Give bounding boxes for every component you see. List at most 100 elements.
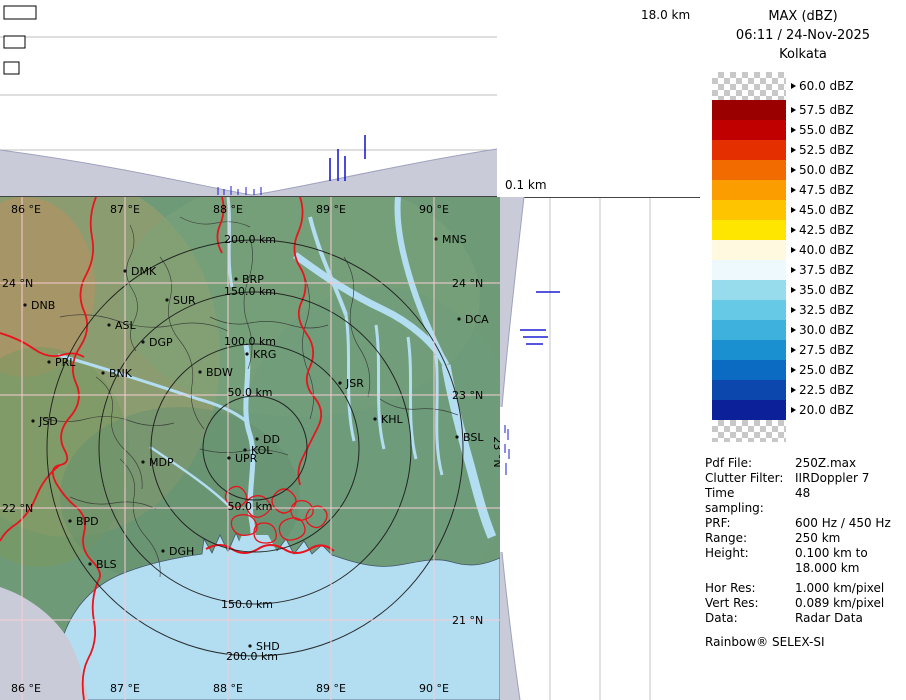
product-metadata: Pdf File:250Z.max Clutter Filter:IIRDopp…: [705, 456, 903, 650]
city-label: DGH: [169, 545, 194, 558]
legend-swatch: [712, 420, 786, 442]
lat-label: 24 °N: [452, 277, 483, 290]
legend-tick-icon: [791, 127, 796, 133]
meta-row: Time sampling:48: [705, 486, 903, 516]
city-label: SUR: [173, 294, 196, 307]
meta-row: Data:Radar Data: [705, 611, 903, 626]
city-label: ASL: [115, 319, 137, 332]
legend-label: 45.0 dBZ: [799, 203, 854, 217]
legend-label: 22.5 dBZ: [799, 383, 854, 397]
meta-label: Time sampling:: [705, 486, 795, 516]
meta-value: 0.089 km/pixel: [795, 596, 884, 611]
legend-header: MAX (dBZ) 06:11 / 24-Nov-2025 Kolkata: [700, 0, 906, 64]
legend-label: 40.0 dBZ: [799, 243, 854, 257]
legend-swatch: [712, 72, 786, 100]
city-label: KHL: [381, 413, 403, 426]
ring-label: 150.0 km: [221, 598, 273, 611]
legend-tick-icon: [791, 367, 796, 373]
lat-label: 23 °N: [452, 389, 483, 402]
legend-swatch: [712, 280, 786, 300]
right-cross-section: [500, 197, 700, 700]
meta-row: Vert Res:0.089 km/pixel: [705, 596, 903, 611]
meta-label: Height:: [705, 546, 795, 576]
legend-swatch: [712, 240, 786, 260]
legend-swatch: [712, 380, 786, 400]
lon-label: 87 °E: [110, 682, 140, 695]
meta-value: 250 km: [795, 531, 840, 546]
city-label: DMK: [131, 265, 157, 278]
meta-row: Pdf File:250Z.max: [705, 456, 903, 471]
lon-label: 87 °E: [110, 203, 140, 216]
legend-tick-icon: [791, 287, 796, 293]
city-label: JSD: [38, 415, 58, 428]
ring-label: 100.0 km: [224, 335, 276, 348]
top-cross-section-plot: [0, 0, 497, 197]
ring-label: 150.0 km: [224, 285, 276, 298]
radar-display: 18.0 km 0.1 km: [0, 0, 906, 700]
product-title: MAX (dBZ): [700, 7, 906, 26]
legend-row: [712, 420, 854, 442]
lon-label: 89 °E: [316, 203, 346, 216]
meta-label: Clutter Filter:: [705, 471, 795, 486]
meta-row: PRF:600 Hz / 450 Hz: [705, 516, 903, 531]
software-brand: Rainbow® SELEX-SI: [705, 635, 903, 650]
legend-row: 50.0 dBZ: [712, 160, 854, 180]
city-label: UPR: [235, 452, 258, 465]
meta-value: 48: [795, 486, 810, 516]
city-label: BRP: [242, 273, 264, 286]
meta-row: Range:250 km: [705, 531, 903, 546]
legend-tick-icon: [791, 407, 796, 413]
legend-label: 30.0 dBZ: [799, 323, 854, 337]
city-label: SHD: [256, 640, 280, 653]
legend-label: 52.5 dBZ: [799, 143, 854, 157]
city-label: KRG: [253, 348, 276, 361]
low-echo-ticks: [505, 425, 509, 475]
lon-label: 86 °E: [11, 682, 41, 695]
legend-row: 57.5 dBZ: [712, 100, 854, 120]
legend-swatch: [712, 260, 786, 280]
meta-value: 250Z.max: [795, 456, 856, 471]
legend-swatch: [712, 340, 786, 360]
legend-row: 30.0 dBZ: [712, 320, 854, 340]
echo-marks: [520, 292, 560, 344]
legend-panel: MAX (dBZ) 06:11 / 24-Nov-2025 Kolkata 60…: [700, 0, 906, 700]
meta-label: Pdf File:: [705, 456, 795, 471]
right-cross-section-plot: [500, 197, 700, 700]
legend-tick-icon: [791, 387, 796, 393]
legend-row: 42.5 dBZ: [712, 220, 854, 240]
legend-swatch: [712, 100, 786, 120]
legend-tick-icon: [791, 147, 796, 153]
legend-row: 55.0 dBZ: [712, 120, 854, 140]
lat-label: 24 °N: [2, 277, 33, 290]
city-label: BLS: [96, 558, 117, 571]
ring-label: 200.0 km: [224, 233, 276, 246]
city-label: BPD: [76, 515, 99, 528]
legend-row: 22.5 dBZ: [712, 380, 854, 400]
legend-label: 50.0 dBZ: [799, 163, 854, 177]
legend-label: 35.0 dBZ: [799, 283, 854, 297]
height-gridlines: [550, 197, 650, 700]
legend-row: 52.5 dBZ: [712, 140, 854, 160]
legend-row: 20.0 dBZ: [712, 400, 854, 420]
lon-label: 88 °E: [213, 682, 243, 695]
meta-label: PRF:: [705, 516, 795, 531]
ring-label: 50.0 km: [227, 386, 272, 399]
legend-tick-icon: [791, 307, 796, 313]
legend-tick-icon: [791, 247, 796, 253]
max-height-label: 18.0 km: [641, 8, 690, 22]
legend-swatch: [712, 180, 786, 200]
legend-tick-icon: [791, 227, 796, 233]
lon-label: 90 °E: [419, 203, 449, 216]
product-datetime: 06:11 / 24-Nov-2025: [700, 26, 906, 45]
city-label: MNS: [442, 233, 467, 246]
legend-swatch: [712, 300, 786, 320]
city-label: JSR: [345, 377, 364, 390]
meta-label: Hor Res:: [705, 581, 795, 596]
city-label: BSL: [463, 431, 484, 444]
legend-label: 20.0 dBZ: [799, 403, 854, 417]
legend-tick-icon: [791, 267, 796, 273]
legend-swatch: [712, 220, 786, 240]
legend-tick-icon: [791, 207, 796, 213]
legend-label: 57.5 dBZ: [799, 103, 854, 117]
legend-label: 55.0 dBZ: [799, 123, 854, 137]
